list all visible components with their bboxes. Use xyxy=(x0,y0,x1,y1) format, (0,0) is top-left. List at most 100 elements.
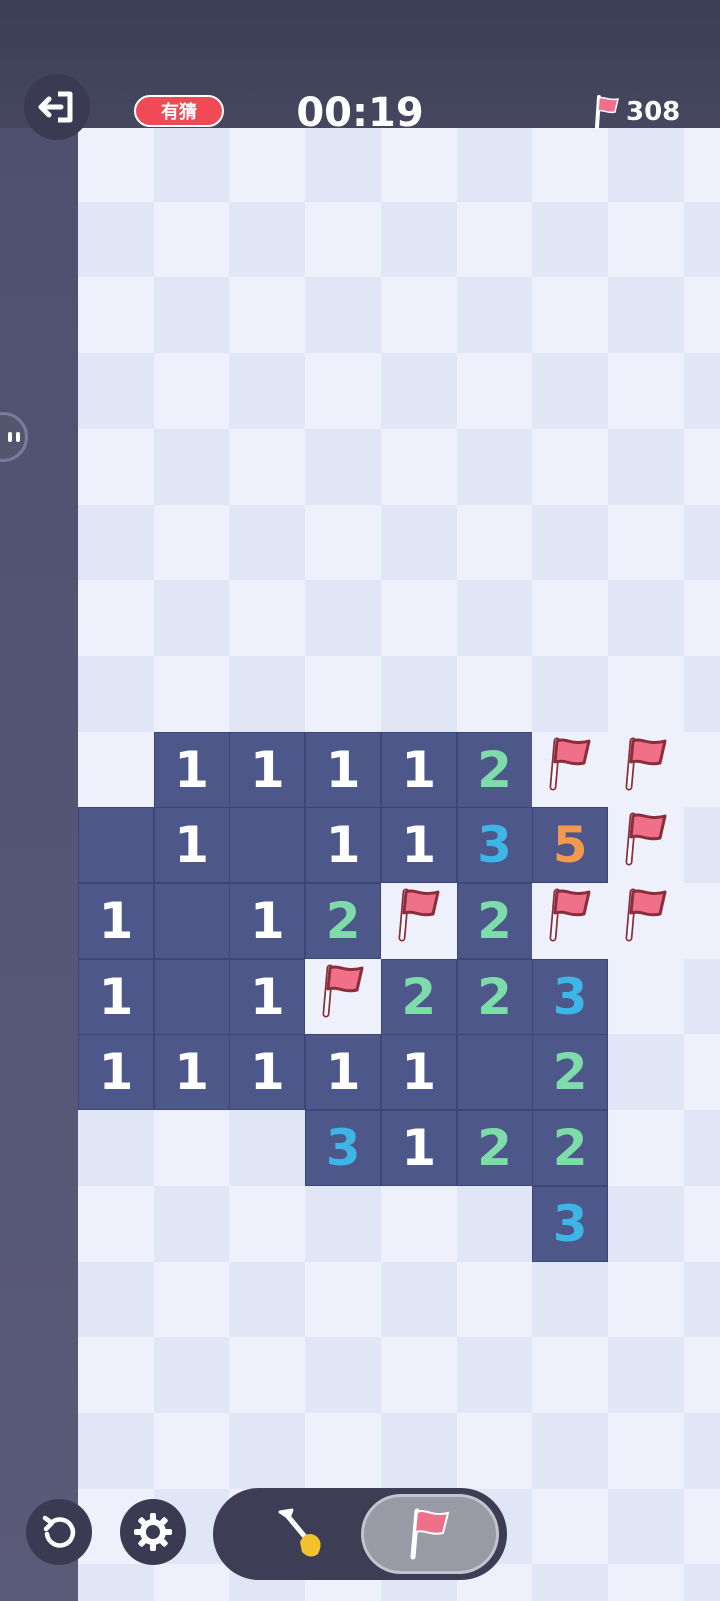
hidden-cell[interactable] xyxy=(532,428,609,505)
hidden-cell[interactable] xyxy=(229,504,306,581)
hidden-cell[interactable] xyxy=(380,128,457,202)
hidden-cell[interactable] xyxy=(532,201,609,278)
hidden-cell[interactable] xyxy=(153,201,230,278)
hidden-cell[interactable] xyxy=(380,655,457,732)
minesweeper-board[interactable]: 111121113511221122311111231223 xyxy=(78,128,720,1601)
hidden-cell[interactable] xyxy=(456,1261,533,1338)
revealed-cell[interactable]: 1 xyxy=(305,731,382,808)
revealed-cell[interactable]: 2 xyxy=(456,1110,533,1187)
hidden-cell[interactable] xyxy=(380,277,457,354)
hidden-cell[interactable] xyxy=(380,504,457,581)
hidden-cell[interactable] xyxy=(683,807,720,884)
hidden-cell[interactable] xyxy=(683,1110,720,1187)
hidden-cell[interactable] xyxy=(607,1185,684,1262)
revealed-cell[interactable]: 5 xyxy=(532,807,609,884)
hidden-cell[interactable] xyxy=(153,353,230,430)
hidden-cell[interactable] xyxy=(153,504,230,581)
flagged-cell[interactable] xyxy=(532,731,609,808)
hidden-cell[interactable] xyxy=(78,580,154,657)
revealed-cell[interactable]: 1 xyxy=(153,1034,230,1111)
hidden-cell[interactable] xyxy=(153,128,230,202)
hidden-cell[interactable] xyxy=(305,277,382,354)
revealed-cell[interactable]: 3 xyxy=(456,807,533,884)
hidden-cell[interactable] xyxy=(456,1412,533,1489)
revealed-cell[interactable]: 1 xyxy=(78,1034,154,1111)
hidden-cell[interactable] xyxy=(532,1564,609,1601)
hidden-cell[interactable] xyxy=(305,504,382,581)
hidden-cell[interactable] xyxy=(683,1261,720,1338)
settings-button[interactable] xyxy=(120,1499,186,1565)
revealed-cell[interactable]: 1 xyxy=(229,958,306,1035)
hidden-cell[interactable] xyxy=(229,277,306,354)
hidden-cell[interactable] xyxy=(456,201,533,278)
hidden-cell[interactable] xyxy=(305,353,382,430)
revealed-cell[interactable]: 1 xyxy=(380,1110,457,1187)
hidden-cell[interactable] xyxy=(683,1488,720,1565)
revealed-cell[interactable] xyxy=(153,883,230,959)
hidden-cell[interactable] xyxy=(78,655,154,732)
hidden-cell[interactable] xyxy=(607,353,684,430)
revealed-cell[interactable]: 2 xyxy=(456,731,533,808)
hidden-cell[interactable] xyxy=(607,1564,684,1601)
flagged-cell[interactable] xyxy=(532,883,609,959)
hidden-cell[interactable] xyxy=(305,128,382,202)
hidden-cell[interactable] xyxy=(683,353,720,430)
dig-mode-button[interactable] xyxy=(237,1494,363,1574)
hidden-cell[interactable] xyxy=(683,1337,720,1414)
hidden-cell[interactable] xyxy=(78,428,154,505)
revealed-cell[interactable]: 2 xyxy=(532,1110,609,1187)
hidden-cell[interactable] xyxy=(153,1185,230,1262)
hidden-cell[interactable] xyxy=(78,277,154,354)
hidden-cell[interactable] xyxy=(305,1337,382,1414)
hidden-cell[interactable] xyxy=(229,128,306,202)
hidden-cell[interactable] xyxy=(153,580,230,657)
hidden-cell[interactable] xyxy=(380,1261,457,1338)
hidden-cell[interactable] xyxy=(153,1261,230,1338)
hidden-cell[interactable] xyxy=(532,1261,609,1338)
hidden-cell[interactable] xyxy=(456,353,533,430)
hidden-cell[interactable] xyxy=(532,128,609,202)
hidden-cell[interactable] xyxy=(607,958,684,1035)
flagged-cell[interactable] xyxy=(607,731,684,808)
hidden-cell[interactable] xyxy=(532,277,609,354)
revealed-cell[interactable] xyxy=(229,807,306,884)
hidden-cell[interactable] xyxy=(78,1261,154,1338)
flagged-cell[interactable] xyxy=(305,958,382,1035)
hidden-cell[interactable] xyxy=(380,580,457,657)
hidden-cell[interactable] xyxy=(456,428,533,505)
hidden-cell[interactable] xyxy=(532,1337,609,1414)
revealed-cell[interactable]: 2 xyxy=(380,958,457,1035)
hidden-cell[interactable] xyxy=(78,504,154,581)
hidden-cell[interactable] xyxy=(532,580,609,657)
hidden-cell[interactable] xyxy=(532,1412,609,1489)
hidden-cell[interactable] xyxy=(607,1034,684,1111)
hidden-cell[interactable] xyxy=(153,1337,230,1414)
hidden-cell[interactable] xyxy=(229,353,306,430)
hidden-cell[interactable] xyxy=(456,1185,533,1262)
hidden-cell[interactable] xyxy=(380,1185,457,1262)
hidden-cell[interactable] xyxy=(683,1564,720,1601)
hidden-cell[interactable] xyxy=(683,655,720,732)
revealed-cell[interactable]: 1 xyxy=(229,883,306,959)
hidden-cell[interactable] xyxy=(532,1488,609,1565)
hidden-cell[interactable] xyxy=(532,353,609,430)
hidden-cell[interactable] xyxy=(78,201,154,278)
hidden-cell[interactable] xyxy=(380,1337,457,1414)
hidden-cell[interactable] xyxy=(456,128,533,202)
hidden-cell[interactable] xyxy=(607,1110,684,1187)
hidden-cell[interactable] xyxy=(683,580,720,657)
hidden-cell[interactable] xyxy=(456,655,533,732)
hidden-cell[interactable] xyxy=(78,1185,154,1262)
revealed-cell[interactable]: 2 xyxy=(456,883,533,959)
hidden-cell[interactable] xyxy=(532,655,609,732)
hidden-cell[interactable] xyxy=(153,1110,230,1187)
hidden-cell[interactable] xyxy=(305,201,382,278)
hidden-cell[interactable] xyxy=(607,1412,684,1489)
hidden-cell[interactable] xyxy=(305,1185,382,1262)
revealed-cell[interactable]: 2 xyxy=(456,958,533,1035)
revealed-cell[interactable] xyxy=(153,958,230,1035)
hidden-cell[interactable] xyxy=(153,277,230,354)
hidden-cell[interactable] xyxy=(380,353,457,430)
hidden-cell[interactable] xyxy=(683,731,720,808)
hidden-cell[interactable] xyxy=(78,1337,154,1414)
